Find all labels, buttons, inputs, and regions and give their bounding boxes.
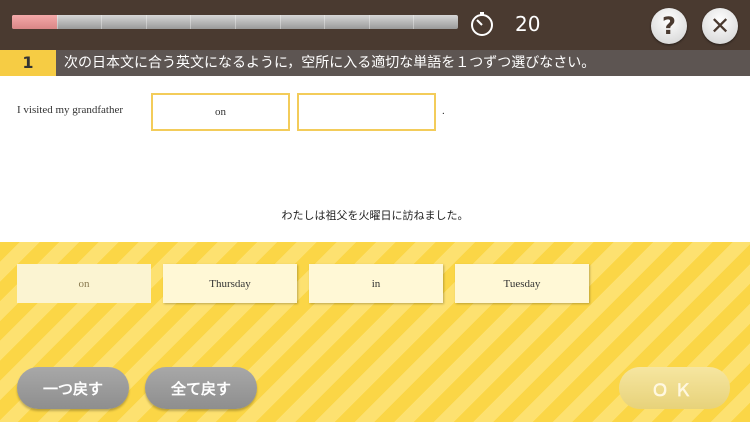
question-instruction: 次の日本文に合う英文になるように，空所に入る適切な単語を１つずつ選びなさい。 xyxy=(64,55,596,71)
sentence-prefix: I visited my grandfather xyxy=(17,104,123,116)
timer-value: 20 xyxy=(515,12,541,36)
progress-segment-divider xyxy=(279,15,281,29)
japanese-translation: わたしは祖父を火曜日に訪ねました。 xyxy=(281,209,469,222)
answer-blank-2[interactable] xyxy=(297,93,436,131)
close-icon: ✕ xyxy=(709,12,731,40)
answer-blank-1[interactable]: on xyxy=(151,93,290,131)
progress-bar xyxy=(12,15,458,29)
question-header: 1 次の日本文に合う英文になるように，空所に入る適切な単語を１つずつ選びなさい。 xyxy=(0,50,750,76)
progress-segment-divider xyxy=(324,15,326,29)
progress-segment-divider xyxy=(368,15,370,29)
close-button[interactable]: ✕ xyxy=(702,8,738,44)
undo-all-button[interactable]: 全て戻す xyxy=(145,367,257,409)
progress-segment-divider xyxy=(413,15,415,29)
undo-one-button[interactable]: 一つ戻す xyxy=(17,367,129,409)
choice-thursday[interactable]: Thursday xyxy=(163,264,297,303)
progress-fill xyxy=(12,15,57,29)
progress-segment-divider xyxy=(101,15,103,29)
ok-button[interactable]: ＯＫ xyxy=(619,367,730,409)
question-number: 1 xyxy=(0,50,56,76)
help-icon: ? xyxy=(662,12,676,40)
choice-in[interactable]: in xyxy=(309,264,443,303)
choice-tuesday[interactable]: Tuesday xyxy=(455,264,589,303)
progress-segment-divider xyxy=(145,15,147,29)
progress-segment-divider xyxy=(56,15,58,29)
help-button[interactable]: ? xyxy=(651,8,687,44)
progress-segment-divider xyxy=(235,15,236,29)
choice-on[interactable]: on xyxy=(17,264,151,303)
sentence-suffix: . xyxy=(442,105,445,117)
timer-icon xyxy=(471,12,493,36)
progress-segment-divider xyxy=(190,15,192,29)
top-bar: 20 ? ✕ xyxy=(0,0,750,50)
